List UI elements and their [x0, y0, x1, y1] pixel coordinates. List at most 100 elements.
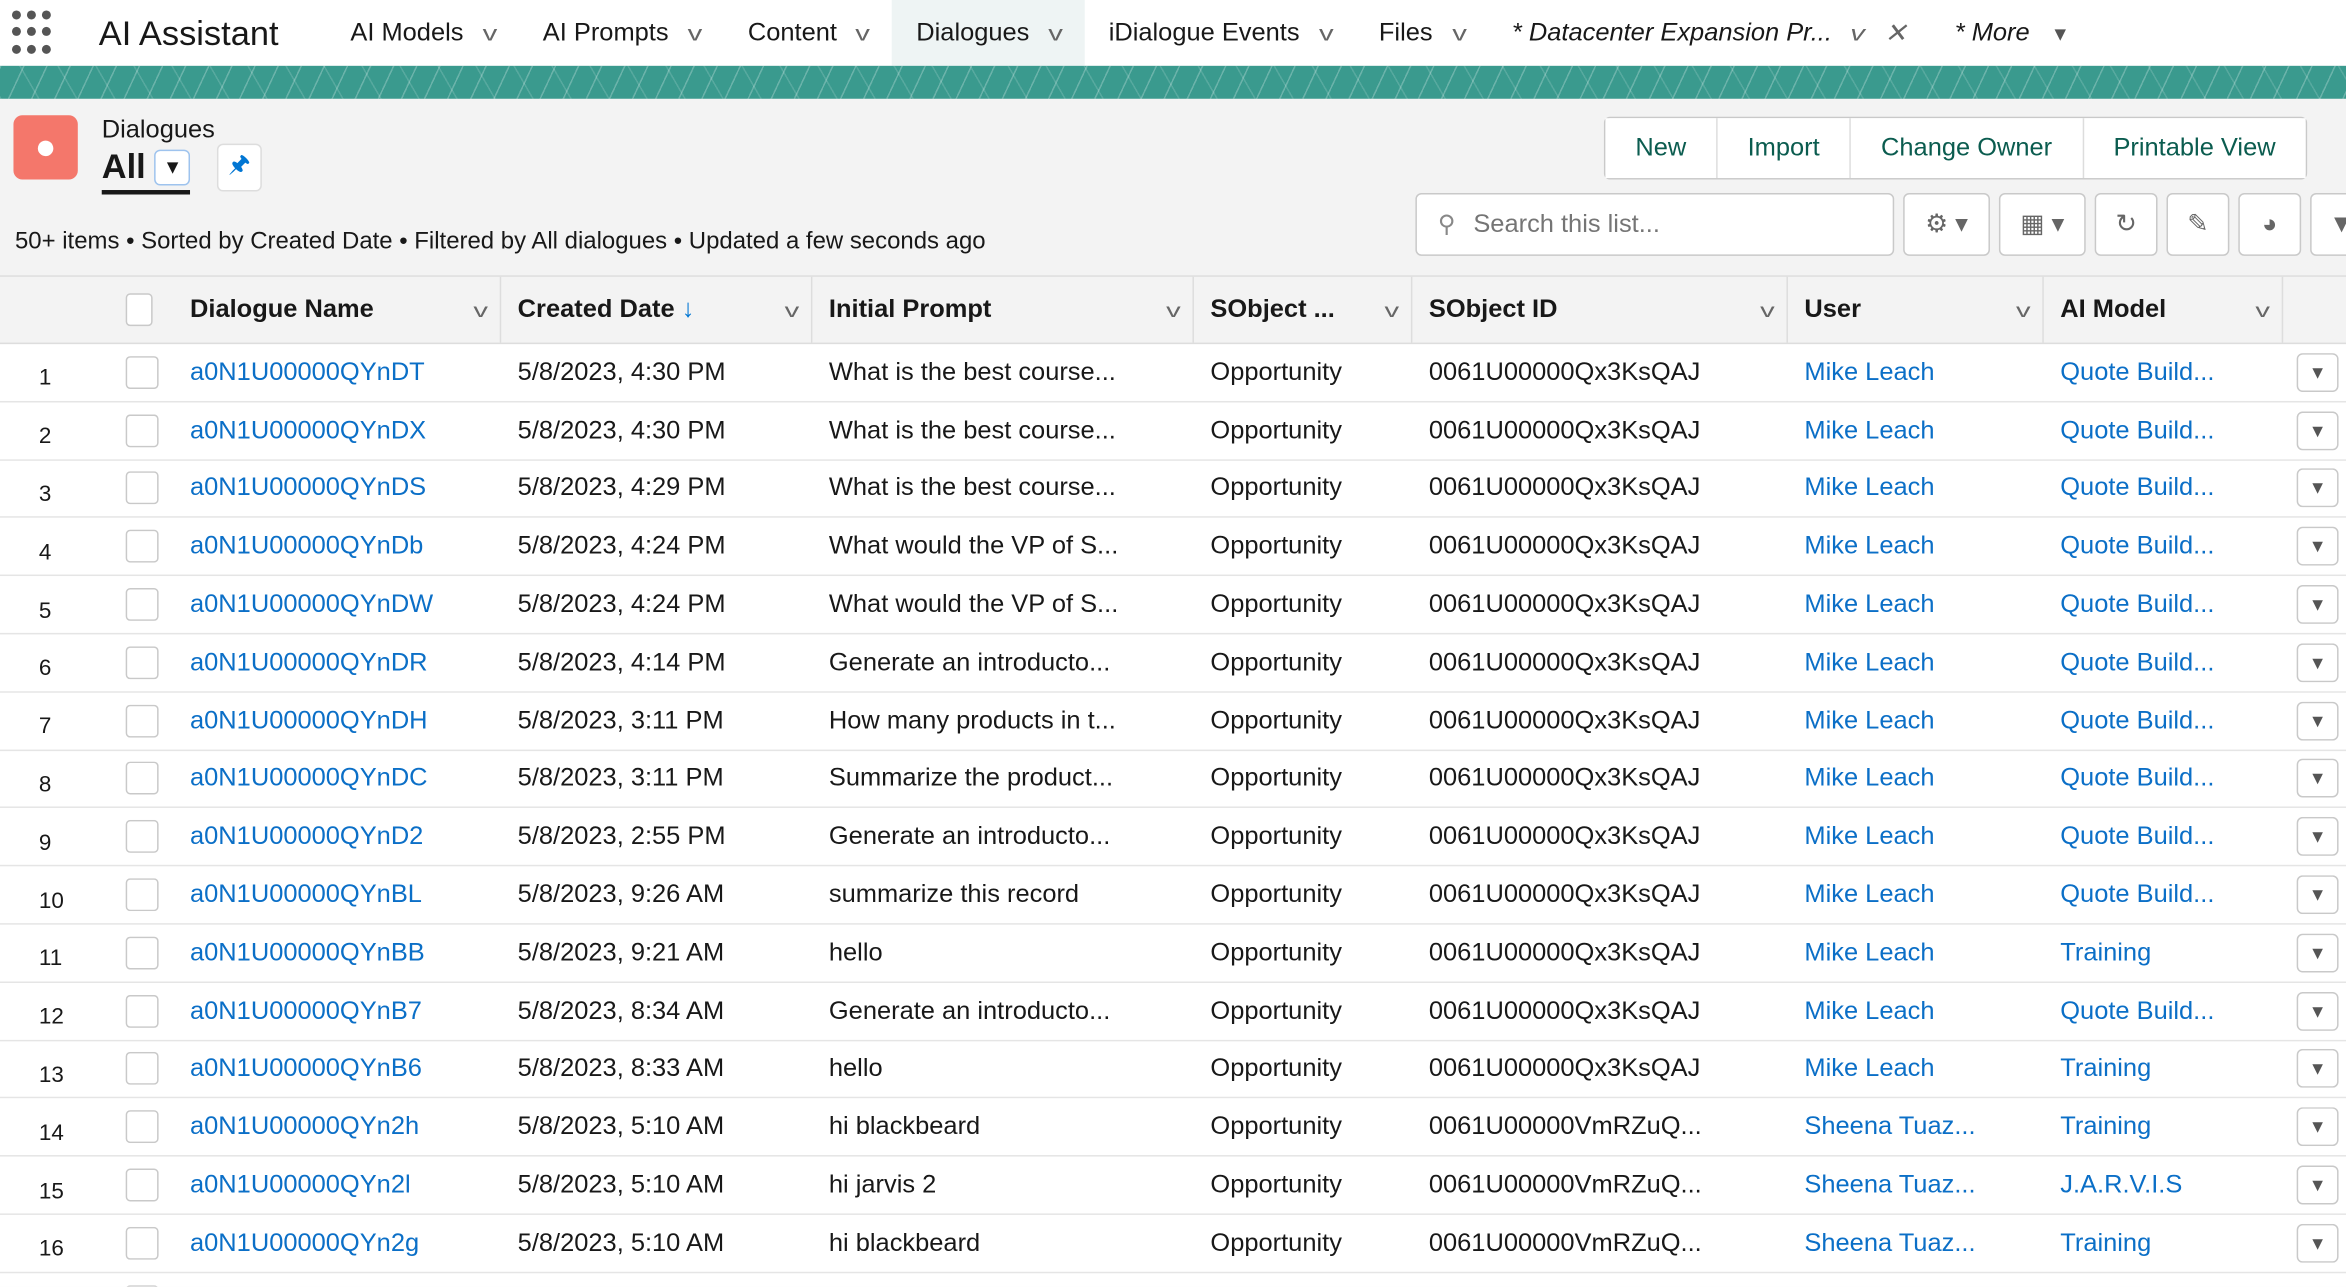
user-link[interactable]: Mike Leach [1788, 764, 2044, 794]
row-actions-dropdown-icon[interactable]: ▼ [2296, 991, 2339, 1031]
row-actions-dropdown-icon[interactable]: ▼ [2296, 701, 2339, 741]
ai-model-link[interactable]: Training [2044, 1112, 2283, 1142]
ai-model-link[interactable]: Training [2044, 1228, 2283, 1258]
app-launcher-icon[interactable] [11, 10, 57, 55]
ai-model-link[interactable]: Quote Build... [2044, 357, 2283, 387]
dialogue-name-link[interactable]: a0N1U00000QYnDX [168, 415, 502, 445]
row-checkbox[interactable] [125, 878, 159, 912]
pin-icon[interactable]: 🖈 [216, 143, 262, 192]
row-checkbox[interactable] [125, 530, 159, 563]
search-input[interactable] [1470, 207, 1866, 241]
row-checkbox[interactable] [125, 646, 159, 680]
dialogue-name-link[interactable]: a0N1U00000QYnB7 [168, 996, 502, 1026]
display-as-table-icon[interactable]: ▦ ▾ [1998, 193, 2086, 256]
dialogue-name-link[interactable]: a0N1U00000QYn2g [168, 1228, 502, 1258]
user-link[interactable]: Mike Leach [1788, 938, 2044, 968]
nav-tab-0[interactable]: AI Models v [326, 0, 518, 66]
dialogue-name-link[interactable]: a0N1U00000QYnDb [168, 532, 502, 562]
user-link[interactable]: Mike Leach [1788, 706, 2044, 736]
nav-tab-7[interactable]: * More ▼ [1931, 0, 2094, 66]
row-actions-dropdown-icon[interactable]: ▼ [2296, 410, 2339, 450]
user-link[interactable]: Mike Leach [1788, 357, 2044, 387]
chevron-down-icon[interactable]: v [473, 298, 488, 320]
select-all-checkbox[interactable] [125, 293, 153, 327]
list-settings-gear-icon[interactable]: ⚙ ▾ [1903, 193, 1990, 256]
chevron-down-icon[interactable]: v [1851, 21, 1866, 45]
chevron-down-icon[interactable]: v [1318, 21, 1333, 45]
row-checkbox[interactable] [125, 936, 159, 970]
dialogue-name-link[interactable]: a0N1U00000QYn2h [168, 1112, 502, 1142]
search-box[interactable]: ⚲ [1415, 193, 1895, 256]
ai-model-link[interactable]: Quote Build... [2044, 822, 2283, 852]
user-link[interactable]: Mike Leach [1788, 648, 2044, 678]
dialogue-name-link[interactable]: a0N1U00000QYnB6 [168, 1054, 502, 1084]
ai-model-link[interactable]: Quote Build... [2044, 880, 2283, 910]
nav-tab-1[interactable]: AI Prompts v [519, 0, 724, 66]
ai-model-link[interactable]: Training [2044, 1054, 2283, 1084]
column-header-created-date[interactable]: Created Date ↓ v [501, 276, 813, 343]
row-checkbox[interactable] [125, 1226, 159, 1260]
column-header-dialogue-name[interactable]: Dialogue Name v [168, 276, 502, 343]
ai-model-link[interactable]: Quote Build... [2044, 648, 2283, 678]
user-link[interactable]: Mike Leach [1788, 880, 2044, 910]
user-link[interactable]: Mike Leach [1788, 590, 2044, 620]
edit-pencil-icon[interactable]: ✎ [2166, 193, 2230, 256]
ai-model-link[interactable]: Quote Build... [2044, 474, 2283, 504]
column-header-sobject-id[interactable]: SObject ID v [1412, 276, 1788, 343]
close-tab-icon[interactable]: ✕ [1884, 17, 1907, 48]
row-actions-dropdown-icon[interactable]: ▼ [2296, 875, 2339, 915]
user-link[interactable]: Mike Leach [1788, 822, 2044, 852]
chevron-down-icon[interactable]: v [1451, 21, 1466, 45]
ai-model-link[interactable]: Quote Build... [2044, 590, 2283, 620]
dialogue-name-link[interactable]: a0N1U00000QYnDT [168, 357, 502, 387]
refresh-icon[interactable]: ↻ [2094, 193, 2158, 256]
row-actions-dropdown-icon[interactable]: ▼ [2296, 1107, 2339, 1147]
row-checkbox[interactable] [125, 1052, 159, 1086]
dialogue-name-link[interactable]: a0N1U00000QYnD2 [168, 822, 502, 852]
row-actions-dropdown-icon[interactable]: ▼ [2296, 817, 2339, 857]
row-checkbox[interactable] [125, 1110, 159, 1144]
user-link[interactable]: Sheena Tuaz... [1788, 1170, 2044, 1200]
ai-model-link[interactable]: Training [2044, 938, 2283, 968]
row-checkbox[interactable] [125, 820, 159, 854]
dialogue-name-link[interactable]: a0N1U00000QYnDC [168, 764, 502, 794]
row-actions-dropdown-icon[interactable]: ▼ [2296, 527, 2339, 566]
user-link[interactable]: Mike Leach [1788, 532, 2044, 562]
user-link[interactable]: Sheena Tuaz... [1788, 1112, 2044, 1142]
ai-model-link[interactable]: Quote Build... [2044, 706, 2283, 736]
nav-tab-3[interactable]: Dialogues v [892, 0, 1085, 66]
chevron-down-icon[interactable]: v [482, 21, 497, 45]
row-checkbox[interactable] [125, 1168, 159, 1202]
dialogue-name-link[interactable]: a0N1U00000QYnBB [168, 938, 502, 968]
chart-icon[interactable]: ◕ [2238, 193, 2302, 256]
new-button[interactable]: New [1605, 118, 1717, 179]
column-header-user[interactable]: User v [1788, 276, 2044, 343]
row-actions-dropdown-icon[interactable]: ▼ [2296, 352, 2339, 392]
row-actions-dropdown-icon[interactable]: ▼ [2296, 469, 2339, 508]
ai-model-link[interactable]: Quote Build... [2044, 532, 2283, 562]
row-actions-dropdown-icon[interactable]: ▼ [2296, 1049, 2339, 1089]
chevron-down-icon[interactable]: ▼ [154, 148, 191, 185]
column-header-ai-model[interactable]: AI Model v [2044, 276, 2284, 343]
row-checkbox[interactable] [125, 413, 159, 447]
user-link[interactable]: Sheena Tuaz... [1788, 1228, 2044, 1258]
row-actions-dropdown-icon[interactable]: ▼ [2296, 1223, 2339, 1263]
ai-model-link[interactable]: J.A.R.V.I.S [2044, 1170, 2283, 1200]
import-button[interactable]: Import [1716, 118, 1850, 179]
row-checkbox[interactable] [125, 588, 159, 622]
chevron-down-icon[interactable]: v [1384, 298, 1399, 320]
chevron-down-icon[interactable]: v [784, 298, 799, 320]
chevron-down-icon[interactable]: v [1759, 298, 1774, 320]
row-checkbox[interactable] [125, 704, 159, 738]
list-view-selector[interactable]: All ▼ [101, 147, 191, 195]
dialogue-name-link[interactable]: a0N1U00000QYnDS [168, 474, 502, 504]
row-actions-dropdown-icon[interactable]: ▼ [2296, 643, 2339, 683]
chevron-down-icon[interactable]: v [856, 21, 871, 45]
change-owner-button[interactable]: Change Owner [1849, 118, 2083, 179]
ai-model-link[interactable]: Quote Build... [2044, 996, 2283, 1026]
ai-model-link[interactable]: Quote Build... [2044, 415, 2283, 445]
chevron-down-icon[interactable]: v [1048, 21, 1063, 45]
nav-tab-6[interactable]: * Datacenter Expansion Pr... v ✕ [1488, 0, 1931, 66]
dialogue-name-link[interactable]: a0N1U00000QYnDW [168, 590, 502, 620]
nav-tab-4[interactable]: iDialogue Events v [1085, 0, 1355, 66]
